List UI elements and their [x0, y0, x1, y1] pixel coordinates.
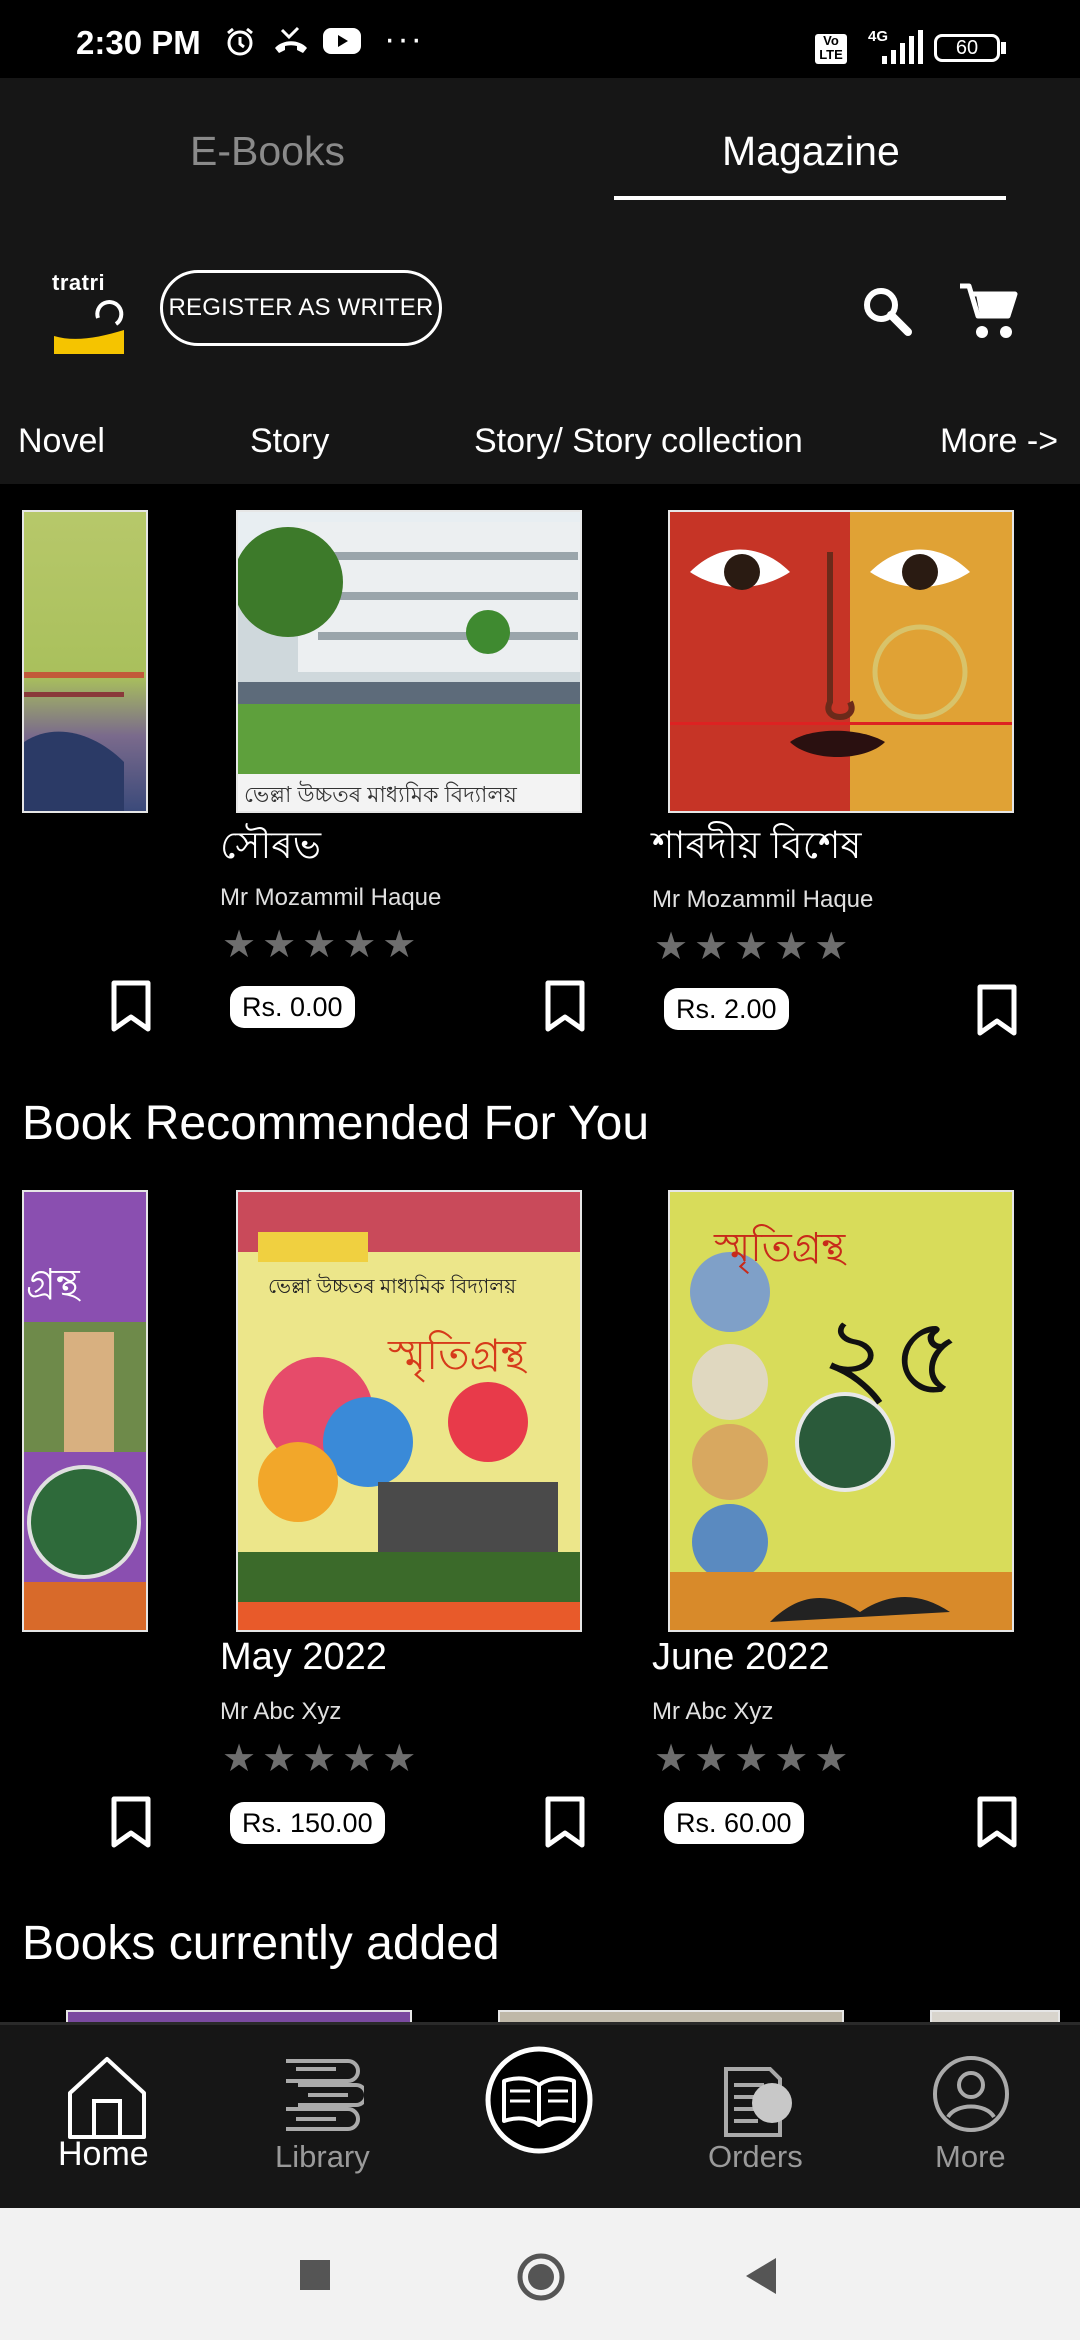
- book-cover[interactable]: ভেল্লা উচ্চতৰ মাধ্যমিক বিদ্যালয়: [236, 510, 582, 813]
- signal-icon: [880, 30, 924, 69]
- nav-home[interactable]: Home: [58, 2135, 149, 2174]
- book-title[interactable]: শাৰদীয় বিশেষ: [652, 816, 861, 880]
- book-cover-partial[interactable]: গ্ৰন্থ: [22, 1190, 148, 1632]
- book-title[interactable]: May 2022: [220, 1636, 387, 1679]
- bookmark-icon[interactable]: [544, 980, 586, 1037]
- section-title-currently-added: Books currently added: [22, 1917, 500, 1970]
- status-bar: 2:30 PM ··· Vo LTE 4G 60: [0, 0, 1080, 78]
- home-icon[interactable]: [66, 2055, 148, 2144]
- volte-icon: Vo LTE: [815, 34, 847, 64]
- book-title[interactable]: সৌৰভ: [220, 816, 321, 880]
- rating-stars: ★★★★★: [654, 926, 855, 968]
- open-book-icon[interactable]: [484, 2045, 594, 2160]
- book-cover[interactable]: স্মৃতিগ্ৰন্থ ভেল্লা উচ্চতৰ মাধ্যমিক বিদ্…: [236, 1190, 582, 1632]
- book-author: Mr Abc Xyz: [652, 1698, 774, 1725]
- book-cover[interactable]: [668, 510, 1014, 813]
- library-icon[interactable]: [282, 2055, 368, 2140]
- alarm-icon: [224, 26, 256, 63]
- category-story-collection[interactable]: Story/ Story collection: [474, 422, 803, 461]
- book-author: Mr Abc Xyz: [220, 1698, 342, 1725]
- price-tag: Rs. 60.00: [664, 1802, 804, 1844]
- system-navigation-bar: [0, 2208, 1080, 2340]
- rating-stars: ★★★★★: [222, 1738, 423, 1780]
- rating-stars: ★★★★★: [654, 1738, 855, 1780]
- bookmark-icon[interactable]: [110, 980, 152, 1037]
- tab-magazine[interactable]: Magazine: [722, 128, 900, 175]
- bookmark-icon[interactable]: [976, 1796, 1018, 1853]
- cover-number: ২৫: [820, 1295, 963, 1418]
- battery-tip: [1001, 42, 1006, 54]
- register-as-writer-button[interactable]: REGISTER AS WRITER: [160, 270, 442, 346]
- book-cover[interactable]: স্মৃতিগ্ৰন্থ ২৫: [668, 1190, 1014, 1632]
- app-logo[interactable]: tratri: [52, 270, 126, 360]
- book-cover-partial[interactable]: [22, 510, 148, 813]
- price-tag: Rs. 150.00: [230, 1802, 385, 1844]
- price-tag: Rs. 2.00: [664, 988, 789, 1030]
- category-more[interactable]: More ->: [940, 422, 1058, 461]
- status-time: 2:30 PM: [76, 24, 201, 61]
- book-author: Mr Mozammil Haque: [652, 886, 874, 913]
- category-novel[interactable]: Novel: [18, 422, 105, 461]
- back-button[interactable]: [744, 2256, 778, 2301]
- youtube-icon: [322, 26, 362, 61]
- nav-library[interactable]: Library: [275, 2139, 370, 2175]
- book-title[interactable]: June 2022: [652, 1636, 830, 1679]
- battery-indicator: 60: [934, 34, 1000, 62]
- top-tabs: E-Books Magazine: [0, 78, 1080, 228]
- bookmark-icon[interactable]: [110, 1796, 152, 1853]
- cart-icon[interactable]: [958, 280, 1020, 347]
- search-icon[interactable]: [860, 284, 914, 343]
- tab-ebooks[interactable]: E-Books: [190, 128, 345, 175]
- home-button[interactable]: [516, 2252, 566, 2307]
- cover-caption: ভেল্লা উচ্চতৰ মাধ্যমিক বিদ্যালয়: [244, 782, 517, 807]
- missed-call-icon: [272, 26, 310, 61]
- nav-more[interactable]: More: [935, 2139, 1006, 2175]
- cover-text: স্মৃতিগ্ৰন্থ: [388, 1331, 526, 1378]
- cover-subtitle: ভেল্লা উচ্চতৰ মাধ্যমিক বিদ্যালয়: [268, 1276, 516, 1298]
- rating-stars: ★★★★★: [222, 924, 423, 966]
- bookmark-icon[interactable]: [544, 1796, 586, 1853]
- nav-orders[interactable]: Orders: [708, 2139, 803, 2175]
- account-icon[interactable]: [932, 2055, 1010, 2138]
- category-story[interactable]: Story: [250, 422, 329, 461]
- bookmark-icon[interactable]: [976, 984, 1018, 1041]
- recent-apps-button[interactable]: [300, 2260, 330, 2290]
- bottom-navigation: Home Library Orders More: [0, 2022, 1080, 2211]
- book-author: Mr Mozammil Haque: [220, 884, 442, 911]
- orders-icon[interactable]: [716, 2055, 800, 2144]
- active-tab-indicator: [614, 196, 1006, 200]
- category-row: Novel Story Story/ Story collection More…: [0, 398, 1080, 484]
- status-more-dots: ···: [384, 20, 424, 58]
- cover-text: গ্ৰন্থ: [26, 1262, 80, 1306]
- price-tag: Rs. 0.00: [230, 986, 355, 1028]
- section-title-recommended: Book Recommended For You: [22, 1097, 650, 1150]
